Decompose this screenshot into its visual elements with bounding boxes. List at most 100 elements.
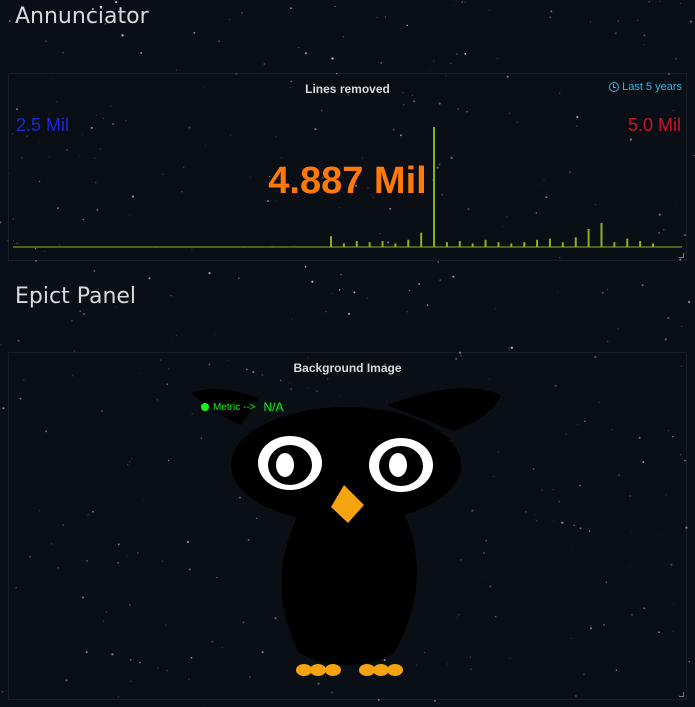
star (550, 10, 553, 13)
star (82, 312, 86, 316)
panel-title[interactable]: Lines removed (9, 82, 686, 96)
star (140, 51, 143, 55)
star (237, 277, 240, 280)
star (641, 284, 644, 287)
star (508, 347, 510, 349)
star (406, 24, 408, 27)
star (331, 57, 334, 60)
star (423, 271, 425, 273)
clock-icon (609, 82, 620, 92)
metric-value: N/A (263, 400, 284, 414)
star (489, 9, 491, 11)
metric-label: Metric --> (213, 401, 256, 413)
star (342, 36, 344, 38)
star (426, 304, 429, 306)
star (590, 21, 591, 23)
star (17, 339, 20, 342)
star (176, 69, 177, 71)
star (61, 51, 65, 54)
star (217, 40, 220, 43)
star (617, 20, 619, 22)
star (304, 265, 307, 268)
row-title-epict-panel: Epict Panel (15, 284, 137, 309)
star (311, 280, 314, 283)
star (659, 0, 661, 2)
star (452, 275, 455, 278)
star (557, 290, 559, 292)
time-range-info[interactable]: Last 5 years (609, 81, 682, 93)
star (204, 705, 206, 707)
star (0, 221, 2, 224)
resize-handle[interactable] (679, 253, 684, 258)
star (241, 12, 243, 14)
star (70, 319, 73, 322)
star (325, 311, 327, 313)
star (693, 154, 695, 157)
star (170, 295, 172, 297)
star (643, 34, 646, 37)
metric-box[interactable]: Metric --> N/A (201, 400, 284, 414)
star (380, 62, 383, 64)
star (291, 318, 293, 320)
star (454, 5, 456, 6)
star (496, 58, 498, 60)
star (464, 1, 466, 3)
star (433, 699, 436, 703)
star (689, 20, 692, 23)
star (376, 16, 378, 18)
star (617, 328, 619, 330)
star (79, 310, 82, 312)
star (263, 63, 265, 65)
star (456, 53, 458, 55)
owl-image (192, 388, 501, 676)
star (0, 343, 1, 346)
star (208, 271, 211, 275)
star (175, 334, 177, 336)
star (171, 341, 173, 342)
star (121, 34, 124, 37)
star (680, 3, 681, 4)
star (334, 6, 336, 8)
star (353, 291, 356, 294)
star (93, 269, 96, 273)
star (439, 279, 442, 282)
star (430, 69, 431, 71)
star (148, 277, 151, 280)
star (384, 16, 386, 18)
star (607, 289, 609, 291)
star (437, 261, 439, 263)
panel-title[interactable]: Background Image (9, 361, 686, 375)
resize-handle[interactable] (679, 692, 684, 697)
star (9, 20, 11, 22)
star (674, 57, 677, 60)
star (450, 62, 452, 65)
star (510, 346, 513, 349)
star (461, 1, 464, 3)
star (290, 7, 292, 10)
epict-panel: Background Image Metric --> N/A (8, 352, 687, 700)
star (225, 333, 227, 334)
star (331, 292, 333, 294)
current-value: 4.887 Mil (268, 160, 427, 202)
star (347, 312, 351, 315)
star (1, 690, 4, 693)
star (304, 52, 308, 55)
star (643, 44, 645, 45)
star (688, 660, 691, 663)
star (193, 31, 196, 34)
star (366, 297, 368, 299)
star (115, 1, 118, 4)
annunciator-panel: Lines removed Last 5 years 2.5 Mil 5.0 M… (8, 73, 687, 261)
star (229, 19, 231, 20)
star (549, 16, 551, 19)
star (340, 273, 342, 276)
star (464, 53, 467, 55)
row-title-annunciator: Annunciator (15, 4, 149, 29)
star (433, 60, 435, 62)
star (636, 19, 639, 22)
star (615, 32, 617, 35)
status-dot-icon (201, 403, 209, 411)
star (681, 326, 683, 327)
star (664, 338, 667, 341)
star (338, 289, 341, 291)
